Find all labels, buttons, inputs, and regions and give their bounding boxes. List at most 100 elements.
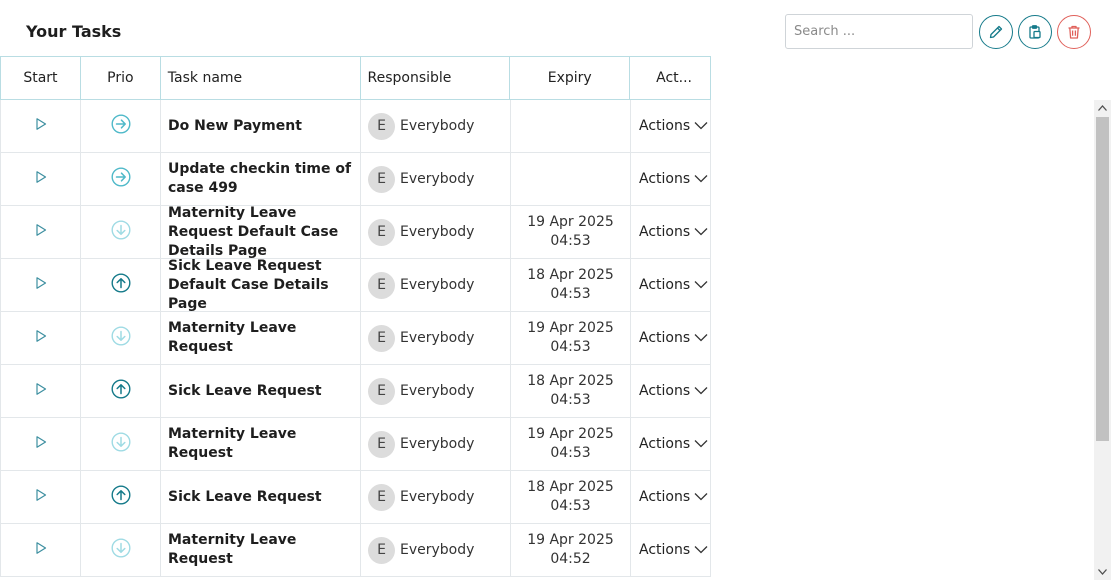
- table-row[interactable]: Maternity Leave Request E Everybody 19 Apr …: [0, 524, 711, 577]
- tasks-table: Start Prio Task name Responsible Expiry …: [0, 56, 711, 577]
- avatar: E: [368, 271, 395, 299]
- table-header: Start Prio Task name Responsible Expiry …: [0, 56, 711, 100]
- table-row[interactable]: Update checkin time of case 499 E Everybod…: [0, 153, 711, 206]
- task-name[interactable]: Maternity Leave Request: [168, 531, 360, 569]
- responsible-label: Everybody: [400, 171, 475, 187]
- priority-low-icon: [110, 326, 131, 350]
- priority-high-icon: [110, 485, 131, 509]
- actions-dropdown[interactable]: Actions: [639, 330, 708, 346]
- start-play-icon[interactable]: [34, 488, 48, 506]
- actions-label: Actions: [639, 542, 691, 558]
- column-header-expiry[interactable]: Expiry: [510, 57, 631, 99]
- priority-normal-icon: [110, 167, 131, 191]
- start-play-icon[interactable]: [34, 117, 48, 135]
- responsible-label: Everybody: [400, 489, 475, 505]
- column-header-task-name[interactable]: Task name: [161, 57, 361, 99]
- table-body: Do New Payment E Everybody Actions Update ch…: [0, 100, 711, 577]
- copy-button[interactable]: [1018, 15, 1052, 49]
- task-name[interactable]: Maternity Leave Request: [168, 319, 360, 357]
- responsible-label: Everybody: [400, 330, 475, 346]
- column-header-actions[interactable]: Act...: [630, 57, 710, 99]
- table-row[interactable]: Maternity Leave Request E Everybody 19 Apr …: [0, 312, 711, 365]
- expiry-value: 18 Apr 2025 04:53: [527, 372, 614, 410]
- priority-normal-icon: [110, 114, 131, 138]
- scroll-down-arrow-icon[interactable]: [1094, 564, 1111, 580]
- actions-dropdown[interactable]: Actions: [639, 383, 708, 399]
- actions-dropdown[interactable]: Actions: [639, 436, 708, 452]
- expiry-time: 04:53: [550, 392, 591, 408]
- column-header-start[interactable]: Start: [1, 57, 81, 99]
- avatar: E: [368, 377, 395, 405]
- expiry-time: 04:53: [550, 339, 591, 355]
- avatar: E: [368, 536, 395, 564]
- delete-button[interactable]: [1057, 15, 1091, 49]
- start-play-icon[interactable]: [34, 170, 48, 188]
- start-play-icon[interactable]: [34, 276, 48, 294]
- chevron-down-icon: [694, 489, 708, 505]
- expiry-time: 04:53: [550, 286, 591, 302]
- start-play-icon[interactable]: [34, 223, 48, 241]
- edit-button[interactable]: [979, 15, 1013, 49]
- responsible-label: Everybody: [400, 542, 475, 558]
- task-name[interactable]: Sick Leave Request: [168, 488, 322, 507]
- chevron-down-icon: [694, 330, 708, 346]
- expiry-value: 18 Apr 2025 04:53: [527, 266, 614, 304]
- vertical-scrollbar[interactable]: [1094, 100, 1111, 580]
- page-title: Your Tasks: [26, 22, 122, 41]
- actions-dropdown[interactable]: Actions: [639, 542, 708, 558]
- avatar: E: [368, 165, 395, 193]
- priority-high-icon: [110, 379, 131, 403]
- start-play-icon[interactable]: [34, 329, 48, 347]
- task-name[interactable]: Maternity Leave Request Default Case Det…: [168, 204, 360, 261]
- expiry-date: 19 Apr 2025: [527, 426, 614, 442]
- responsible-label: Everybody: [400, 224, 475, 240]
- search-input[interactable]: [785, 14, 973, 49]
- expiry-time: 04:53: [550, 233, 591, 249]
- clipboard-copy-icon: [1029, 25, 1041, 39]
- table-row[interactable]: Do New Payment E Everybody Actions: [0, 100, 711, 153]
- avatar: E: [368, 112, 395, 140]
- actions-dropdown[interactable]: Actions: [639, 277, 708, 293]
- expiry-value: 19 Apr 2025 04:53: [527, 213, 614, 251]
- actions-dropdown[interactable]: Actions: [639, 224, 708, 240]
- trash-icon: [1068, 25, 1080, 39]
- table-row[interactable]: Sick Leave Request E Everybody 18 Apr 2025 0…: [0, 471, 711, 524]
- table-row[interactable]: Sick Leave Request Default Case Details …: [0, 257, 711, 314]
- start-play-icon[interactable]: [34, 382, 48, 400]
- task-name[interactable]: Do New Payment: [168, 117, 302, 136]
- table-row[interactable]: Maternity Leave Request Default Case Det…: [0, 204, 711, 261]
- column-header-responsible[interactable]: Responsible: [361, 57, 511, 99]
- column-header-prio[interactable]: Prio: [81, 57, 161, 99]
- task-name[interactable]: Update checkin time of case 499: [168, 160, 360, 198]
- avatar: E: [368, 430, 395, 458]
- expiry-date: 19 Apr 2025: [527, 214, 614, 230]
- expiry-date: 19 Apr 2025: [527, 532, 614, 548]
- expiry-date: 18 Apr 2025: [527, 267, 614, 283]
- chevron-down-icon: [694, 118, 708, 134]
- responsible-label: Everybody: [400, 118, 475, 134]
- chevron-down-icon: [694, 171, 708, 187]
- start-play-icon[interactable]: [34, 435, 48, 453]
- actions-dropdown[interactable]: Actions: [639, 118, 708, 134]
- actions-dropdown[interactable]: Actions: [639, 171, 708, 187]
- expiry-date: 18 Apr 2025: [527, 479, 614, 495]
- actions-label: Actions: [639, 171, 691, 187]
- responsible-label: Everybody: [400, 277, 475, 293]
- start-play-icon[interactable]: [34, 541, 48, 559]
- task-name[interactable]: Sick Leave Request Default Case Details …: [168, 257, 360, 314]
- actions-label: Actions: [639, 277, 691, 293]
- priority-high-icon: [110, 273, 131, 297]
- scrollbar-thumb[interactable]: [1096, 117, 1109, 441]
- responsible-label: Everybody: [400, 436, 475, 452]
- table-row[interactable]: Maternity Leave Request E Everybody 19 Apr …: [0, 418, 711, 471]
- table-row[interactable]: Sick Leave Request E Everybody 18 Apr 2025 0…: [0, 365, 711, 418]
- actions-label: Actions: [639, 330, 691, 346]
- expiry-value: 18 Apr 2025 04:53: [527, 478, 614, 516]
- task-name[interactable]: Sick Leave Request: [168, 382, 322, 401]
- avatar: E: [368, 483, 395, 511]
- task-name[interactable]: Maternity Leave Request: [168, 425, 360, 463]
- expiry-value: 19 Apr 2025 04:53: [527, 425, 614, 463]
- actions-label: Actions: [639, 489, 691, 505]
- scroll-up-arrow-icon[interactable]: [1094, 100, 1111, 116]
- actions-dropdown[interactable]: Actions: [639, 489, 708, 505]
